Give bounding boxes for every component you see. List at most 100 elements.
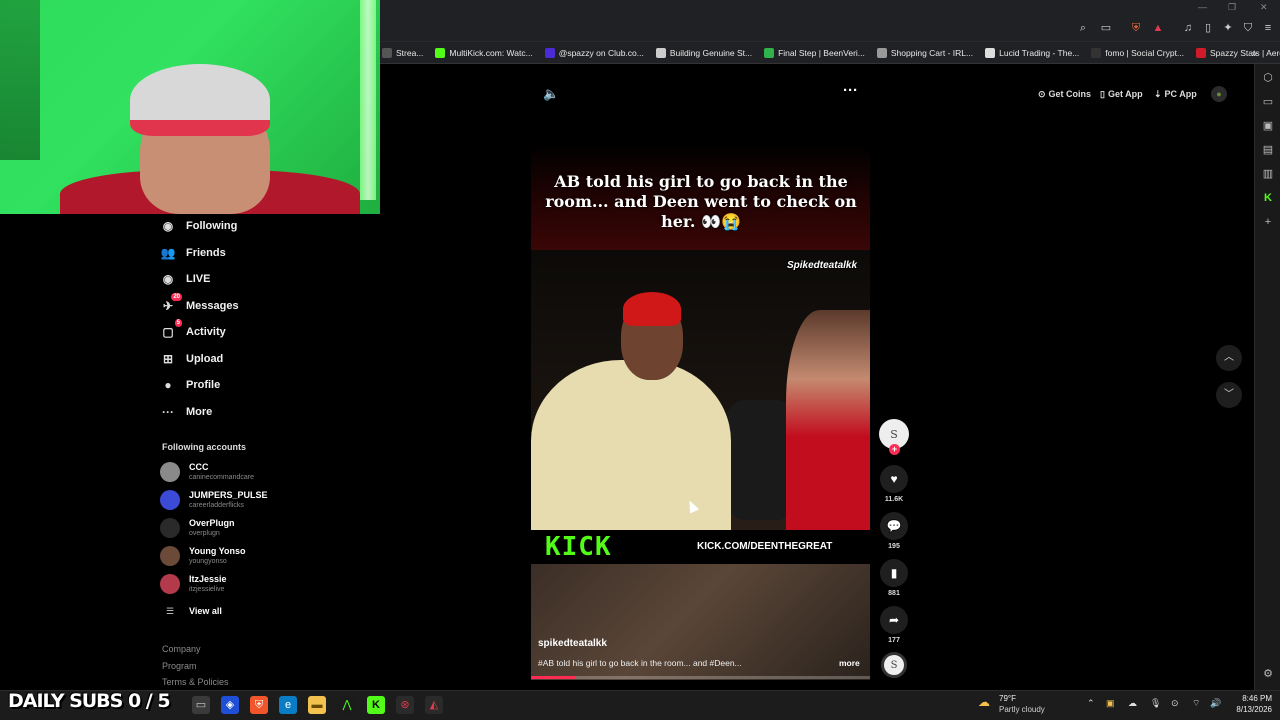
video-caption: AB told his girl to go back in the room.… — [545, 172, 857, 231]
nav-item-upload[interactable]: ⊞ Upload — [160, 351, 223, 367]
video-author[interactable]: spikedteatalkk — [538, 638, 607, 649]
download-icon: ⇣ — [1154, 88, 1162, 99]
bookmark-icon[interactable]: ▮ — [880, 559, 908, 587]
brave-taskbar-icon[interactable]: ⛨ — [250, 696, 268, 714]
nav-label: Messages — [186, 299, 239, 312]
bookmark-item[interactable]: Lucid Trading - The... — [985, 47, 1079, 58]
stream-favicon — [382, 47, 392, 58]
footer-link[interactable]: Company — [162, 644, 201, 654]
video-watermark: Spikedteatalkk — [787, 260, 858, 271]
following-account[interactable]: CCC caninecommandcare — [160, 462, 254, 482]
add-panel-icon[interactable]: + — [1260, 214, 1276, 230]
speaker-icon[interactable]: 🔊 — [1210, 698, 1221, 709]
more-bookmarks-icon[interactable]: » — [1252, 48, 1257, 58]
app-icon-red[interactable]: ⊛ — [396, 696, 414, 714]
kick-taskbar-icon[interactable]: K — [367, 696, 385, 714]
close-window-icon[interactable]: ✕ — [1260, 2, 1268, 13]
volume-icon[interactable]: 🔈 — [543, 86, 559, 102]
cast-icon[interactable]: ▭ — [1098, 20, 1114, 36]
nav-item-live[interactable]: ◉ LIVE — [160, 271, 211, 287]
app-icon-green[interactable]: ⋀ — [338, 696, 356, 714]
bookmark-item[interactable]: Final Step | BeenVeri... — [764, 47, 865, 58]
vpn-icon[interactable]: ⛉ — [1240, 20, 1256, 36]
comment-icon[interactable]: 💬 — [880, 512, 908, 540]
beenverified-favicon — [764, 47, 775, 58]
wifi-icon[interactable]: ⌔ — [1192, 698, 1200, 709]
tray-network-app-icon[interactable]: ⊙ — [1171, 698, 1179, 709]
bookmark-item[interactable]: MultiKick.com: Watc... — [435, 47, 533, 58]
previous-video-icon[interactable]: ︿ — [1216, 345, 1242, 371]
share-action[interactable]: ➦ 177 — [880, 606, 908, 644]
pc-app-button[interactable]: ⇣ PC App — [1154, 86, 1197, 102]
nav-item-following[interactable]: ◉ Following — [160, 218, 238, 234]
next-video-icon[interactable]: ﹀ — [1216, 382, 1242, 408]
get-app-button[interactable]: ▯ Get App — [1100, 86, 1143, 102]
task-view-icon[interactable]: ▭ — [192, 696, 210, 714]
video-player[interactable]: 🔈 ··· AB told his girl to go back in the… — [531, 68, 870, 680]
kick-panel-icon[interactable]: K — [1260, 190, 1276, 206]
menu-icon[interactable]: ≡ — [1260, 20, 1276, 36]
bookmark-item[interactable]: Strea... — [382, 47, 423, 58]
like-action[interactable]: ♥ 11.6K — [880, 465, 908, 503]
clock-time[interactable]: 8:46 PM — [1226, 694, 1272, 703]
bookmark-item[interactable]: Spazzy Stats | AeroK... — [1196, 47, 1280, 58]
view-all-button[interactable]: ☰ View all — [160, 606, 222, 617]
bookmark-item[interactable]: fomo | Social Crypt... — [1091, 47, 1184, 58]
onedrive-icon[interactable]: ☁ — [1128, 698, 1137, 709]
brave-shield-icon[interactable]: ⛨ — [1128, 20, 1144, 36]
clock-date[interactable]: 8/13/2026 — [1226, 705, 1272, 714]
share-arrow-icon[interactable]: ➦ — [880, 606, 908, 634]
following-account[interactable]: JUMPERS_PULSE careerladderflicks — [160, 490, 268, 510]
reading-list-icon[interactable]: ▥ — [1260, 166, 1276, 182]
account-handle: overplugn — [189, 530, 220, 537]
app-icon-rewards[interactable]: ◭ — [425, 696, 443, 714]
follow-plus-icon[interactable]: + — [889, 444, 900, 455]
wallet-icon[interactable]: ▣ — [1260, 118, 1276, 134]
media-icon[interactable]: ♫ — [1180, 20, 1196, 36]
video-progress-bar[interactable] — [531, 676, 870, 679]
nav-item-messages[interactable]: ✈ 20 Messages — [160, 292, 239, 314]
save-action[interactable]: ▮ 881 — [880, 559, 908, 597]
nav-item-profile[interactable]: ● Profile — [160, 377, 220, 393]
bookmark-item[interactable]: Building Genuine St... — [655, 47, 752, 58]
get-coins-button[interactable]: ⊙ Get Coins — [1038, 86, 1091, 102]
heart-icon[interactable]: ♥ — [880, 465, 908, 493]
nav-label: Friends — [186, 246, 226, 259]
tray-app-icon[interactable]: ▣ — [1106, 698, 1115, 709]
nav-item-activity[interactable]: ▢ 5 Activity — [160, 319, 226, 340]
following-account[interactable]: ItzJessie itzjessielive — [160, 574, 227, 594]
restore-icon[interactable]: ❐ — [1228, 2, 1236, 13]
settings-gear-icon[interactable]: ⚙ — [1260, 666, 1276, 682]
user-avatar[interactable]: ● — [1211, 86, 1227, 102]
bookmark-panel-icon[interactable]: ▤ — [1260, 142, 1276, 158]
avatar — [160, 462, 180, 482]
footer-link[interactable]: Program — [162, 661, 197, 671]
footer-link[interactable]: Terms & Policies — [162, 677, 229, 687]
lucid-favicon — [985, 47, 996, 58]
sidebar-toggle-icon[interactable]: ▯ — [1200, 20, 1216, 36]
nav-item-friends[interactable]: 👥 Friends — [160, 245, 226, 261]
scene-person — [531, 360, 731, 540]
bookmark-item[interactable]: Shopping Cart - IRL... — [876, 47, 973, 58]
minimize-icon[interactable]: — — [1198, 2, 1207, 12]
app-icon-blue[interactable]: ◈ — [221, 696, 239, 714]
video-icon[interactable]: ▭ — [1260, 94, 1276, 110]
extensions-icon[interactable]: ✦ — [1220, 20, 1236, 36]
mic-icon[interactable]: 🎙 — [1150, 698, 1161, 709]
more-button[interactable]: more — [839, 658, 860, 668]
video-options-icon[interactable]: ··· — [843, 82, 858, 99]
nav-item-more[interactable]: ··· More — [160, 404, 212, 420]
following-account[interactable]: OverPlugn overplugn — [160, 518, 235, 538]
comment-action[interactable]: 💬 195 — [880, 512, 908, 550]
edge-taskbar-icon[interactable]: e — [279, 696, 297, 714]
file-explorer-icon[interactable]: ▬ — [308, 696, 326, 714]
sound-disc-icon[interactable]: S — [881, 652, 907, 678]
tray-expand-icon[interactable]: ⌃ — [1087, 698, 1095, 709]
bookmark-item[interactable]: @spazzy on Club.co... — [544, 47, 644, 58]
rewards-icon[interactable]: ▲ — [1150, 20, 1166, 36]
pc-app-label: PC App — [1164, 89, 1197, 99]
zoom-icon[interactable]: ⌕ — [1075, 20, 1091, 36]
globe-favicon — [876, 47, 887, 58]
leo-ai-icon[interactable]: ⬡ — [1260, 70, 1276, 86]
following-account[interactable]: Young Yonso youngyonso — [160, 546, 246, 566]
